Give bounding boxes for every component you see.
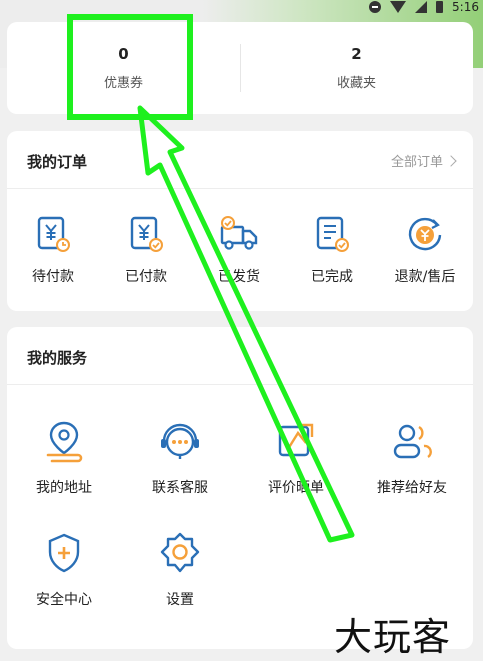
order-completed[interactable]: 已完成: [286, 213, 378, 286]
services-card: 我的服务 我的地址 联系客服 评价晒单 推荐给好友 安全中心 设置: [7, 327, 473, 649]
location-pin-icon: [46, 421, 83, 463]
service-security-label: 安全中心: [36, 592, 92, 608]
annotation-highlight-box: [67, 14, 193, 120]
paid-icon: [130, 216, 163, 252]
battery-icon: [436, 1, 444, 13]
refund-icon: [408, 217, 442, 251]
stats-divider: [240, 44, 241, 92]
recommend-friends-icon: [393, 424, 432, 459]
service-customer-service[interactable]: 联系客服: [134, 419, 226, 497]
do-not-disturb-icon: [369, 1, 382, 13]
wifi-icon: [390, 1, 407, 13]
service-recommend-label: 推荐给好友: [377, 480, 447, 496]
services-divider: [7, 384, 473, 385]
service-address-label: 我的地址: [36, 480, 92, 496]
service-recommend[interactable]: 推荐给好友: [366, 419, 458, 497]
order-refund[interactable]: 退款/售后: [379, 213, 471, 286]
orders-card: 我的订单 全部订单 待付款 已付款 已发货 已完成 退款/售后: [7, 131, 473, 311]
order-paid-label: 已付款: [125, 269, 167, 285]
customer-service-icon: [161, 423, 199, 459]
service-review-label: 评价晒单: [268, 480, 324, 496]
orders-title: 我的订单: [27, 153, 88, 171]
completed-icon: [316, 216, 349, 252]
order-shipped[interactable]: 已发货: [193, 213, 285, 286]
orders-divider: [7, 188, 473, 189]
settings-gear-icon: [160, 532, 200, 573]
review-icon: [278, 423, 314, 457]
pending-payment-icon: [37, 216, 70, 252]
service-review[interactable]: 评价晒单: [250, 419, 342, 497]
favorites-label: 收藏夹: [336, 76, 376, 91]
order-pending-payment-label: 待付款: [32, 269, 74, 285]
service-address[interactable]: 我的地址: [18, 419, 110, 497]
status-bar: 5:16: [369, 0, 479, 14]
all-orders-link[interactable]: 全部订单: [390, 151, 457, 170]
chevron-right-icon: [445, 154, 457, 167]
shield-icon: [48, 533, 80, 573]
shipped-truck-icon: [220, 216, 258, 250]
favorites-stat[interactable]: 2 收藏夹: [240, 22, 473, 114]
favorites-count: 2: [351, 45, 362, 63]
service-security[interactable]: 安全中心: [18, 531, 110, 609]
status-time: 5:16: [452, 0, 479, 14]
order-pending-payment[interactable]: 待付款: [7, 213, 99, 286]
watermark-logo: 大玩客: [334, 615, 452, 659]
order-completed-label: 已完成: [311, 269, 353, 285]
service-settings[interactable]: 设置: [134, 531, 226, 609]
service-customer-service-label: 联系客服: [152, 480, 208, 496]
services-title: 我的服务: [27, 349, 88, 367]
order-shipped-label: 已发货: [218, 269, 260, 285]
all-orders-label: 全部订单: [390, 155, 443, 170]
signal-icon: [415, 1, 428, 13]
order-paid[interactable]: 已付款: [100, 213, 192, 286]
order-refund-label: 退款/售后: [394, 269, 456, 285]
service-settings-label: 设置: [166, 592, 194, 608]
